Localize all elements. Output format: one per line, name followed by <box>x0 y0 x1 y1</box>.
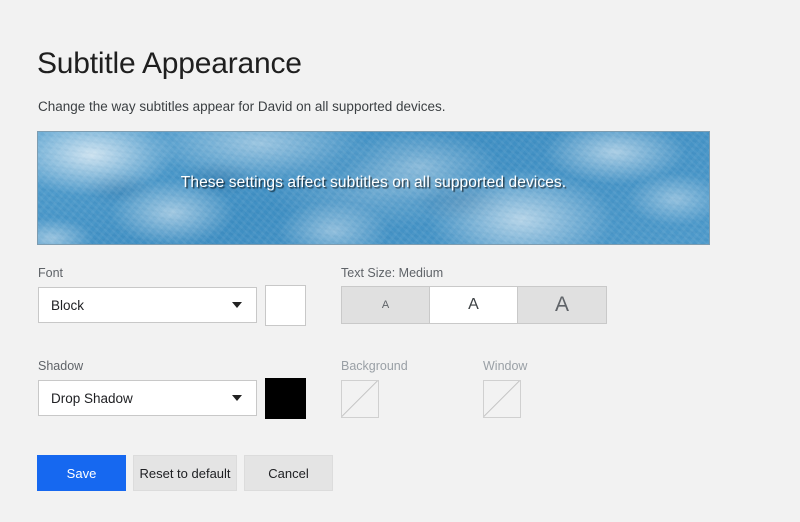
no-color-slash-icon <box>342 381 378 417</box>
font-select-value: Block <box>51 297 85 313</box>
window-label: Window <box>483 359 528 373</box>
subtitle-preview: These settings affect subtitles on all s… <box>37 131 710 245</box>
reset-to-default-button[interactable]: Reset to default <box>133 455 237 491</box>
text-size-option-medium-label: A <box>468 296 479 313</box>
preview-caption-text: These settings affect subtitles on all s… <box>180 174 567 191</box>
page-description: Change the way subtitles appear for Davi… <box>38 99 446 114</box>
font-color-swatch[interactable] <box>265 285 306 326</box>
text-size-option-large-label: A <box>554 293 569 316</box>
page-title: Subtitle Appearance <box>37 47 302 81</box>
text-size-option-small[interactable]: A <box>342 287 430 323</box>
cancel-button[interactable]: Cancel <box>244 455 333 491</box>
text-size-option-large[interactable]: A <box>518 287 606 323</box>
chevron-down-icon <box>232 302 242 308</box>
window-color-swatch <box>483 380 521 418</box>
shadow-label: Shadow <box>38 359 84 373</box>
background-label: Background <box>341 359 408 373</box>
shadow-select[interactable]: Drop Shadow <box>38 380 257 416</box>
text-size-option-small-label: A <box>381 299 390 311</box>
save-button[interactable]: Save <box>37 455 126 491</box>
subtitle-appearance-page: Subtitle Appearance Change the way subti… <box>0 0 800 522</box>
chevron-down-icon <box>232 395 242 401</box>
shadow-select-value: Drop Shadow <box>51 390 133 406</box>
shadow-color-swatch[interactable] <box>265 378 306 419</box>
text-size-segmented-control: A A A <box>341 286 607 324</box>
font-select[interactable]: Block <box>38 287 257 323</box>
text-size-option-medium[interactable]: A <box>430 287 518 323</box>
text-size-label: Text Size: Medium <box>341 266 444 280</box>
font-label: Font <box>38 266 64 280</box>
background-color-swatch <box>341 380 379 418</box>
no-color-slash-icon <box>484 381 520 417</box>
